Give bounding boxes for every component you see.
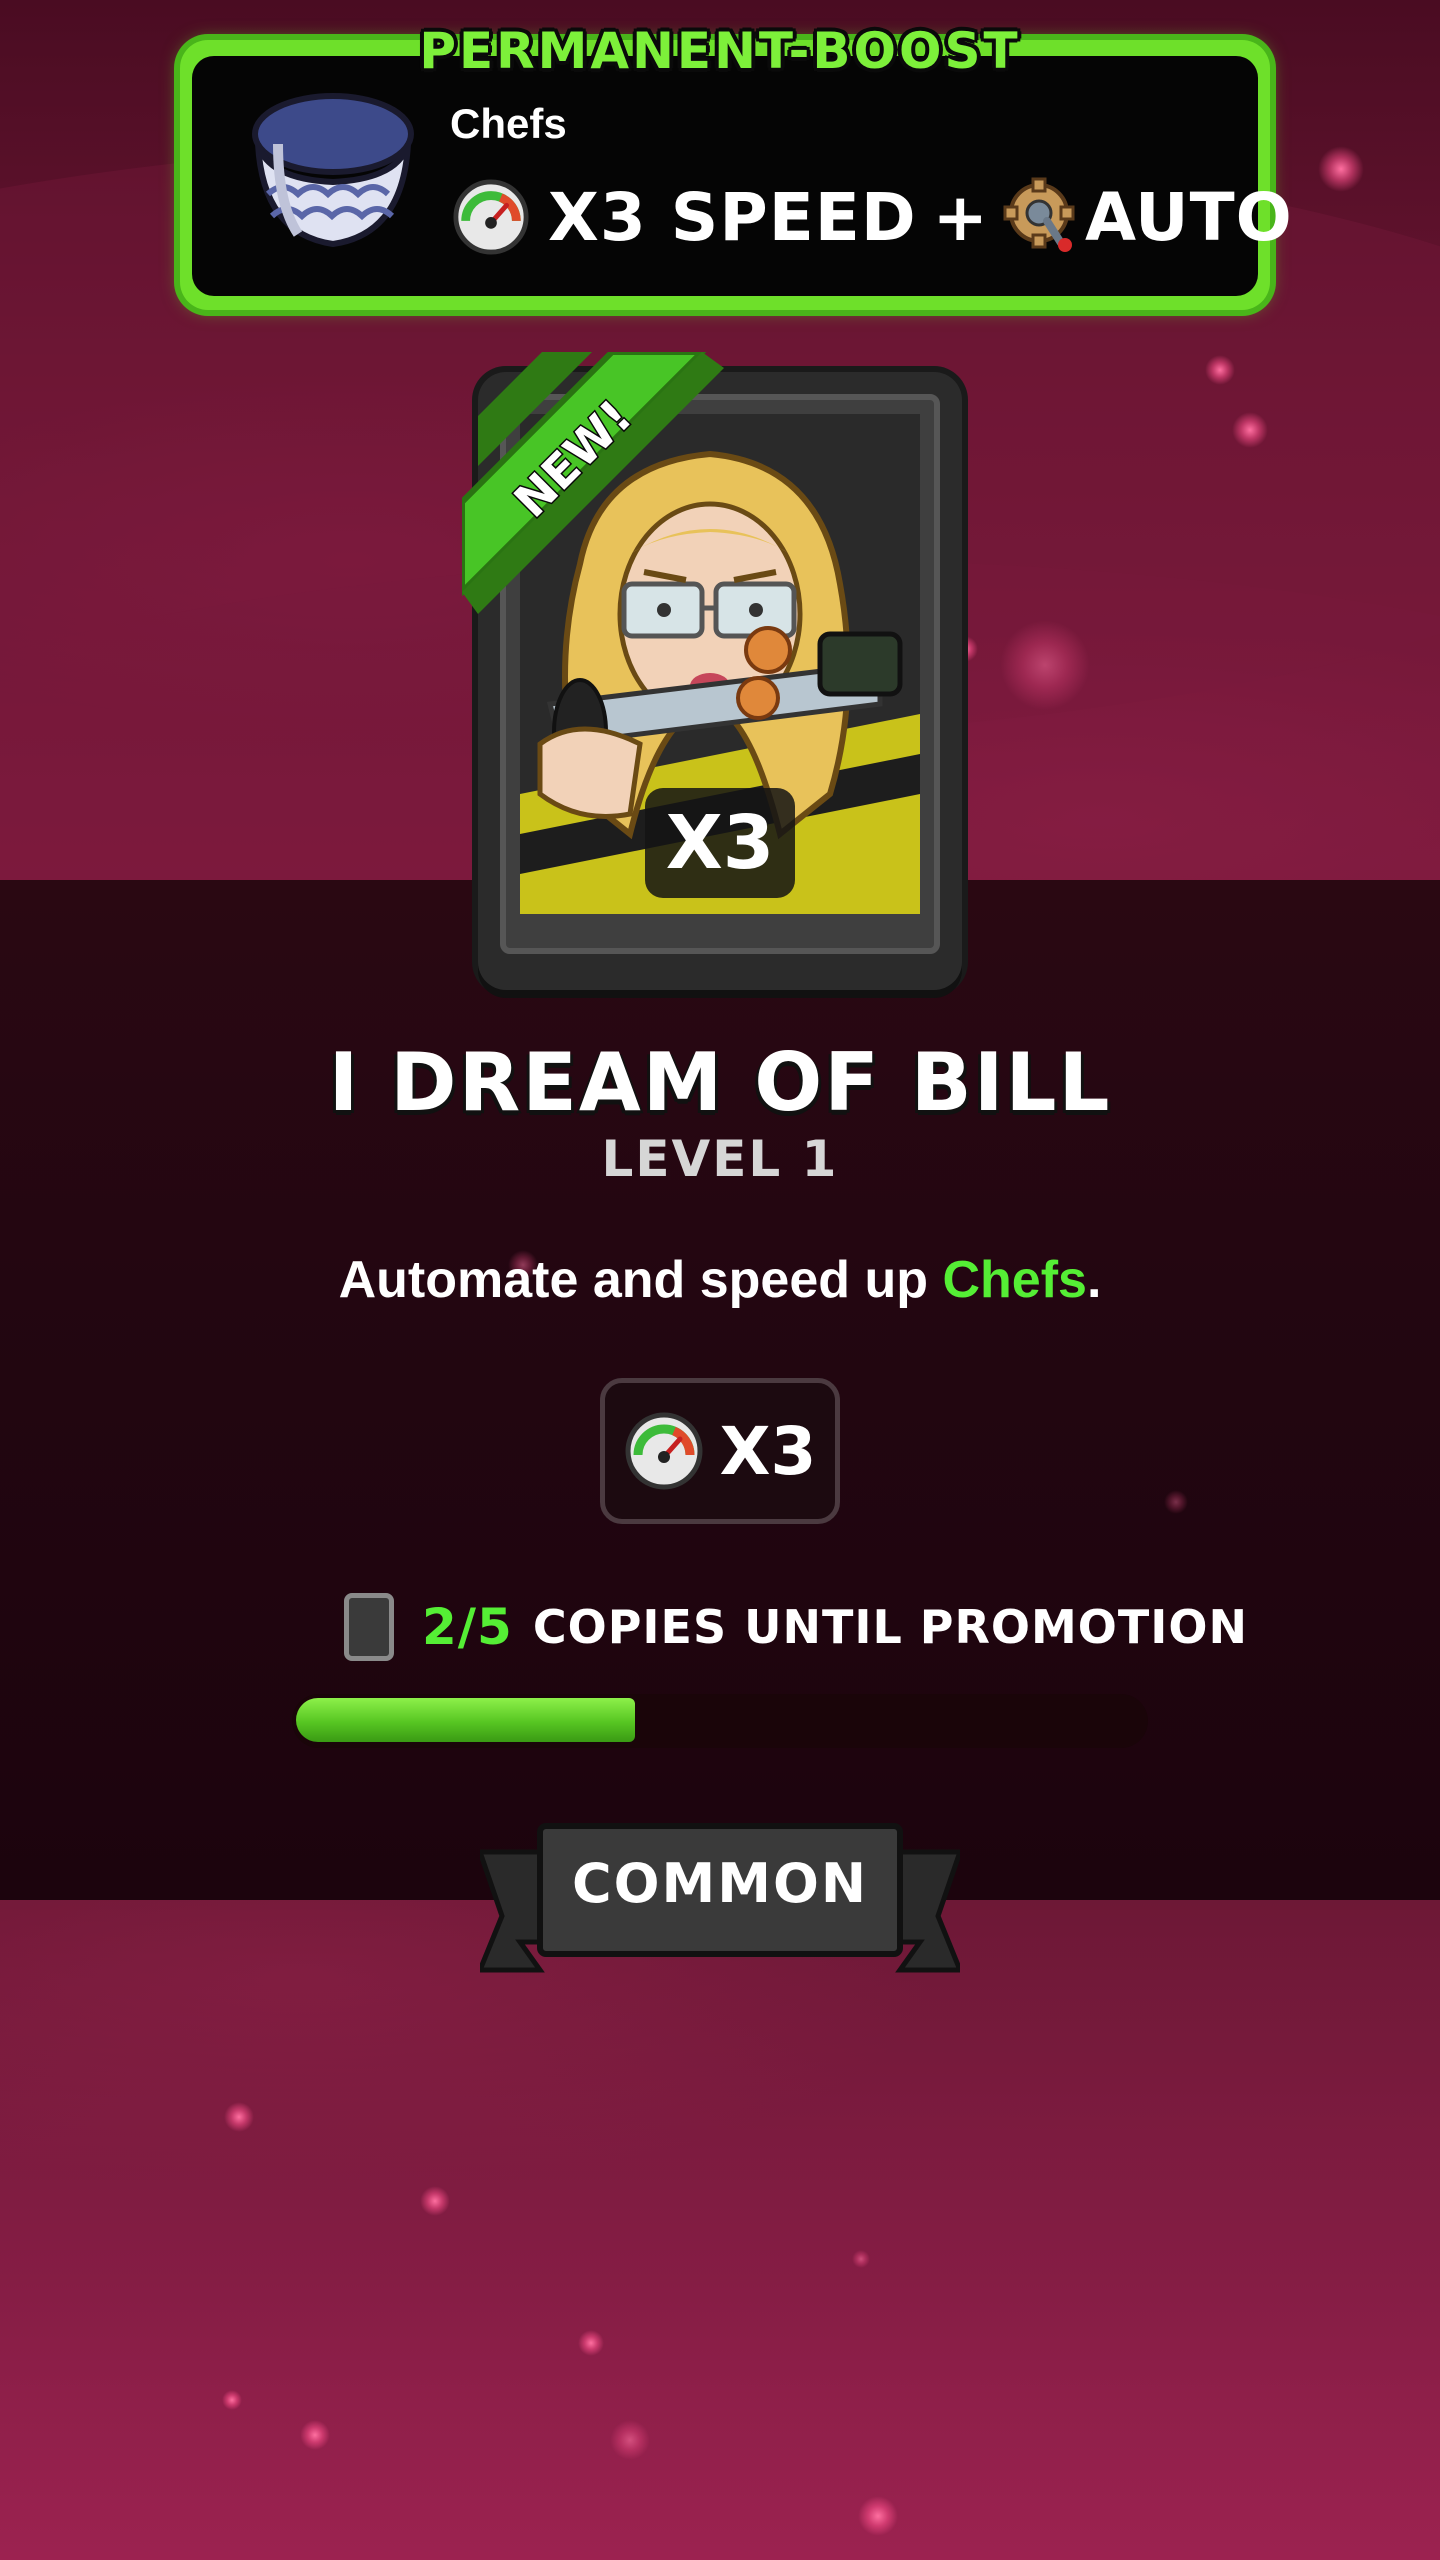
boost-title: PERMANENT-BOOST bbox=[419, 22, 1021, 80]
boost-auto-text: AUTO bbox=[1084, 178, 1293, 256]
boost-plus: + bbox=[932, 178, 989, 256]
card-multiplier: X3 bbox=[645, 788, 795, 898]
sparkle bbox=[1205, 355, 1235, 385]
sparkle bbox=[420, 2186, 450, 2216]
sparkle bbox=[852, 2250, 870, 2268]
chef-hat-icon bbox=[252, 93, 414, 248]
speed-gauge-icon bbox=[625, 1412, 703, 1490]
description-suffix: . bbox=[1086, 1251, 1102, 1309]
auto-gear-icon bbox=[1003, 177, 1075, 252]
background-bottom bbox=[0, 1900, 1440, 2560]
sparkle bbox=[858, 2496, 898, 2536]
boost-effects: X3 SPEED + AUTO bbox=[452, 172, 1293, 262]
card-icon bbox=[344, 1593, 394, 1661]
promotion-progress-fill bbox=[296, 1698, 635, 1742]
sparkle bbox=[578, 2330, 604, 2356]
card-description: Automate and speed up Chefs. bbox=[0, 1250, 1440, 1310]
copies-label: COPIES UNTIL PROMOTION bbox=[532, 1600, 1248, 1654]
sparkle bbox=[222, 2390, 242, 2410]
sparkle bbox=[610, 2420, 650, 2460]
card-reward-screen: PERMANENT-BOOST Chefs X3 SPEED + AUTO NE… bbox=[0, 0, 1440, 2560]
card-level: LEVEL 1 bbox=[601, 1130, 839, 1188]
copies-row: 2/5 COPIES UNTIL PROMOTION bbox=[344, 1592, 1248, 1662]
description-highlight: Chefs bbox=[942, 1251, 1087, 1309]
sparkle bbox=[1000, 620, 1090, 710]
card-title: I DREAM OF BILL bbox=[328, 1036, 1112, 1129]
sparkle bbox=[1318, 146, 1364, 192]
boost-speed-text: X3 SPEED bbox=[548, 178, 917, 256]
speed-gauge-icon bbox=[453, 179, 529, 255]
new-badge: NEW! bbox=[462, 352, 724, 614]
speed-stat-box: X3 bbox=[600, 1378, 840, 1524]
rarity-label: COMMON bbox=[571, 1852, 869, 1915]
sparkle bbox=[300, 2420, 330, 2450]
boost-label: Chefs bbox=[450, 100, 567, 147]
description-text: Automate and speed up bbox=[338, 1251, 943, 1309]
sparkle bbox=[1164, 1490, 1188, 1514]
sparkle bbox=[224, 2102, 254, 2132]
speed-stat-value: X3 bbox=[719, 1412, 817, 1490]
copies-count: 2/5 bbox=[422, 1598, 513, 1656]
sparkle bbox=[1232, 412, 1268, 448]
